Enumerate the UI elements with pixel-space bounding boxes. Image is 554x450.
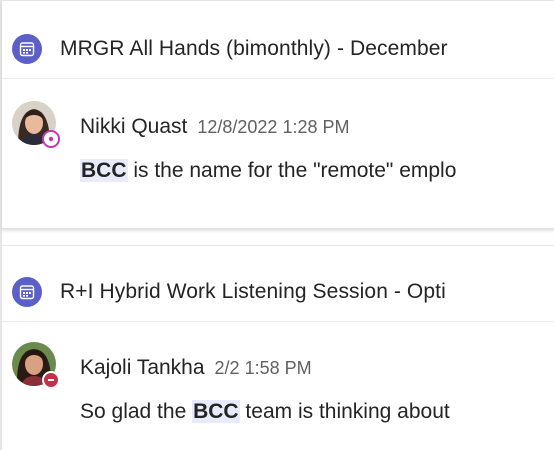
search-result-card[interactable]: MRGR All Hands (bimonthly) - December Ni… bbox=[2, 1, 554, 229]
author-line: Nikki Quast 12/8/2022 1:28 PM bbox=[80, 115, 349, 139]
do-not-disturb-icon bbox=[42, 371, 60, 389]
search-result-card[interactable]: R+I Hybrid Work Listening Session - Opti bbox=[2, 245, 554, 450]
meeting-title[interactable]: R+I Hybrid Work Listening Session - Opti bbox=[60, 280, 446, 304]
text-before: So glad the bbox=[80, 400, 193, 423]
search-results-panel: MRGR All Hands (bimonthly) - December Ni… bbox=[0, 0, 554, 450]
timestamp: 2/2 1:58 PM bbox=[214, 358, 312, 378]
calendar-icon bbox=[12, 33, 42, 64]
meeting-title[interactable]: MRGR All Hands (bimonthly) - December bbox=[60, 37, 448, 61]
message-text: BCC is the name for the "remote" emplo bbox=[80, 159, 456, 183]
search-highlight: BCC bbox=[192, 400, 240, 423]
meeting-header[interactable]: MRGR All Hands (bimonthly) - December bbox=[2, 19, 554, 79]
author-name[interactable]: Kajoli Tankha bbox=[80, 356, 205, 379]
search-highlight: BCC bbox=[80, 159, 128, 182]
meeting-header[interactable]: R+I Hybrid Work Listening Session - Opti bbox=[2, 262, 554, 322]
author-name[interactable]: Nikki Quast bbox=[80, 115, 187, 138]
avatar[interactable] bbox=[12, 101, 60, 148]
avatar[interactable] bbox=[12, 342, 60, 389]
timestamp: 12/8/2022 1:28 PM bbox=[197, 117, 350, 137]
author-line: Kajoli Tankha 2/2 1:58 PM bbox=[80, 356, 312, 380]
out-of-office-icon bbox=[42, 130, 60, 148]
message-text: So glad the BCC team is thinking about bbox=[80, 400, 450, 424]
text-after: is the name for the "remote" emplo bbox=[127, 159, 457, 182]
calendar-icon bbox=[12, 276, 42, 307]
text-after: team is thinking about bbox=[239, 400, 450, 423]
